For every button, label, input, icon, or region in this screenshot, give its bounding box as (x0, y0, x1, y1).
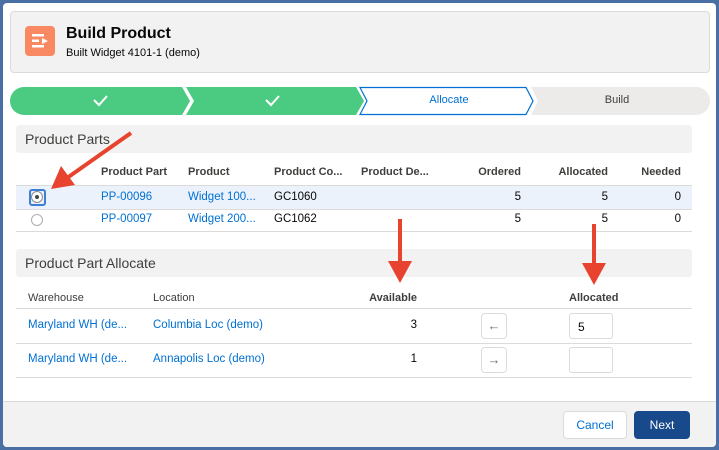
product-code: GC1060 (274, 191, 317, 203)
divider (16, 308, 692, 309)
col-allocated[interactable]: Allocated (533, 166, 608, 178)
section-title: Product Part Allocate (25, 255, 156, 271)
product-part-link[interactable]: PP-00097 (101, 213, 152, 225)
arrow-left-icon[interactable]: ← (481, 313, 507, 339)
allocated-value: 5 (601, 191, 608, 203)
path-step-build[interactable]: Build (538, 94, 696, 106)
col-product[interactable]: Product (188, 166, 230, 178)
modal-frame: Build Product Built Widget 4101-1 (demo)… (3, 3, 716, 447)
product-part-allocate-header: Product Part Allocate (16, 249, 692, 277)
row-radio-1[interactable] (31, 191, 43, 203)
row-radio-2[interactable] (31, 214, 43, 226)
col-location: Location (153, 292, 195, 304)
divider (16, 377, 692, 378)
divider (16, 209, 692, 210)
ordered-value: 5 (514, 191, 521, 203)
product-parts-header: Product Parts (16, 125, 692, 153)
divider (16, 343, 692, 344)
section-title: Product Parts (25, 131, 110, 147)
col-available: Available (369, 292, 417, 304)
path-step-1 (10, 87, 190, 115)
needed-value: 0 (674, 191, 681, 203)
warehouse-link[interactable]: Maryland WH (de... (28, 353, 127, 365)
cancel-button[interactable]: Cancel (563, 411, 627, 439)
page-title: Build Product (66, 25, 171, 42)
product-code: GC1062 (274, 213, 317, 225)
col-needed[interactable]: Needed (623, 166, 681, 178)
page-subtitle: Built Widget 4101-1 (demo) (66, 47, 200, 59)
warehouse-link[interactable]: Maryland WH (de... (28, 319, 127, 331)
available-value: 1 (410, 353, 417, 365)
product-link[interactable]: Widget 100... (188, 191, 256, 203)
allocated-value: 5 (601, 213, 608, 225)
location-link[interactable]: Columbia Loc (demo) (153, 319, 263, 331)
col-product-desc[interactable]: Product De... (361, 166, 429, 178)
allocated-input[interactable] (569, 347, 613, 373)
allocated-input[interactable]: 5 (569, 313, 613, 339)
modal-header: Build Product Built Widget 4101-1 (demo) (10, 11, 710, 73)
needed-value: 0 (674, 213, 681, 225)
modal-footer: Cancel Next (3, 401, 716, 447)
col-allocated-qty: Allocated (569, 292, 619, 304)
location-link[interactable]: Annapolis Loc (demo) (153, 353, 265, 365)
flow-icon (25, 26, 55, 56)
col-product-part[interactable]: Product Part (101, 166, 167, 178)
col-product-code[interactable]: Product Co... (274, 166, 342, 178)
product-link[interactable]: Widget 200... (188, 213, 256, 225)
next-button[interactable]: Next (634, 411, 690, 439)
arrow-right-icon[interactable]: → (481, 347, 507, 373)
col-warehouse: Warehouse (28, 292, 84, 304)
divider (16, 231, 692, 232)
col-ordered[interactable]: Ordered (453, 166, 521, 178)
ordered-value: 5 (514, 213, 521, 225)
progress-path: Allocate Build (10, 86, 710, 116)
available-value: 3 (410, 319, 417, 331)
path-step-allocate[interactable]: Allocate (370, 94, 528, 106)
product-part-link[interactable]: PP-00096 (101, 191, 152, 203)
